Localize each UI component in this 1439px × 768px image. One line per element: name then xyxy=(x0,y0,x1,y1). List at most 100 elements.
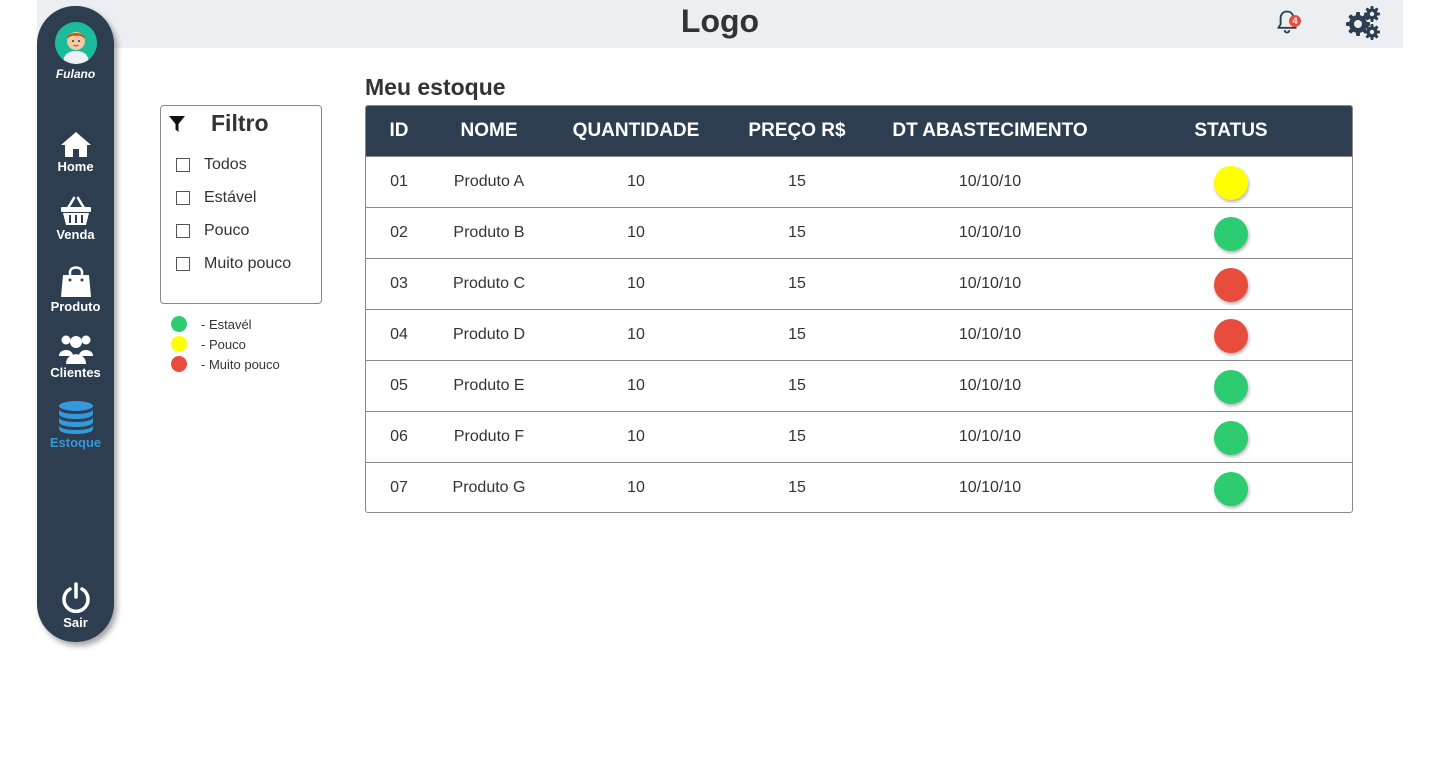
gears-icon xyxy=(1346,6,1380,40)
table-header: ID NOME QUANTIDADE PREÇO R$ DT ABASTECIM… xyxy=(366,106,1352,156)
nav-item-produto[interactable]: Produto xyxy=(37,264,114,314)
filter-option-label: Todos xyxy=(204,156,247,173)
cell-nome: Produto F xyxy=(453,428,525,445)
table-row[interactable]: 05 Produto E 10 15 10/10/10 xyxy=(366,360,1352,411)
stock-table: ID NOME QUANTIDADE PREÇO R$ DT ABASTECIM… xyxy=(365,105,1353,513)
sidebar: Fulano Home Venda Produto Clientes Estoq… xyxy=(37,6,114,642)
nav-item-estoque[interactable]: Estoque xyxy=(37,400,114,450)
logo: Logo xyxy=(680,3,760,39)
cell-preco: 15 xyxy=(788,275,806,292)
legend-dot xyxy=(171,356,187,372)
column-header-preco[interactable]: PREÇO R$ xyxy=(748,106,845,156)
status-indicator xyxy=(1214,166,1248,200)
filter-option-label: Estável xyxy=(204,189,257,206)
cell-id: 01 xyxy=(390,173,408,190)
column-header-nome[interactable]: NOME xyxy=(461,106,518,156)
cell-quantidade: 10 xyxy=(627,275,645,292)
cell-preco: 15 xyxy=(788,224,806,241)
avatar[interactable] xyxy=(55,22,97,64)
column-header-quantidade[interactable]: QUANTIDADE xyxy=(573,106,700,156)
table-row[interactable]: 02 Produto B 10 15 10/10/10 xyxy=(366,207,1352,258)
nav-item-home[interactable]: Home xyxy=(37,130,114,174)
legend-label: - Pouco xyxy=(201,336,246,352)
cell-preco: 15 xyxy=(788,173,806,190)
filter-option-muito-pouco[interactable]: Muito pouco xyxy=(176,255,291,273)
page-title: Meu estoque xyxy=(365,74,506,100)
notification-bell-icon[interactable]: 4 xyxy=(1273,8,1303,38)
legend-dot xyxy=(171,336,187,352)
checkbox[interactable] xyxy=(176,224,190,238)
home-icon xyxy=(60,132,91,157)
cell-id: 07 xyxy=(390,479,408,496)
cell-quantidade: 10 xyxy=(627,479,645,496)
legend-dot xyxy=(171,316,187,332)
cell-preco: 15 xyxy=(788,479,806,496)
cell-id: 05 xyxy=(390,377,408,394)
nav-label-clientes: Clientes xyxy=(50,365,101,380)
table-row[interactable]: 01 Produto A 10 15 10/10/10 xyxy=(366,156,1352,207)
table-row[interactable]: 06 Produto F 10 15 10/10/10 xyxy=(366,411,1352,462)
checkbox[interactable] xyxy=(176,191,190,205)
power-icon xyxy=(61,582,90,614)
cell-dt-abastecimento: 10/10/10 xyxy=(958,173,1022,190)
cell-quantidade: 10 xyxy=(627,377,645,394)
cell-nome: Produto A xyxy=(453,173,525,190)
table-row[interactable]: 07 Produto G 10 15 10/10/10 xyxy=(366,462,1352,512)
cell-id: 02 xyxy=(390,224,408,241)
legend-item: - Muito pouco xyxy=(171,354,280,374)
nav-label-sair: Sair xyxy=(63,615,88,630)
logout-button[interactable]: Sair xyxy=(37,582,114,630)
cell-preco: 15 xyxy=(788,428,806,445)
basket-icon xyxy=(60,196,91,225)
cell-nome: Produto G xyxy=(452,479,526,496)
legend-label: - Estavél xyxy=(201,316,252,332)
cell-dt-abastecimento: 10/10/10 xyxy=(958,224,1022,241)
cell-nome: Produto C xyxy=(452,275,526,292)
nav-label-venda: Venda xyxy=(56,227,95,242)
nav-label-estoque: Estoque xyxy=(49,435,102,450)
cell-quantidade: 10 xyxy=(627,224,645,241)
cell-dt-abastecimento: 10/10/10 xyxy=(958,275,1022,292)
legend-label: - Muito pouco xyxy=(201,356,280,372)
funnel-icon xyxy=(169,116,185,132)
cell-quantidade: 10 xyxy=(627,326,645,343)
legend-item: - Pouco xyxy=(171,334,280,354)
table-row[interactable]: 04 Produto D 10 15 10/10/10 xyxy=(366,309,1352,360)
column-header-dt-abastecimento[interactable]: DT ABASTECIMENTO xyxy=(892,106,1087,156)
cell-id: 03 xyxy=(390,275,408,292)
nav-label-produto: Produto xyxy=(50,299,101,314)
filter-option-pouco[interactable]: Pouco xyxy=(176,222,249,240)
database-icon xyxy=(58,401,93,434)
status-indicator xyxy=(1214,421,1248,455)
filter-panel: Filtro Todos Estável Pouco Muito pouco xyxy=(160,105,322,304)
cell-nome: Produto D xyxy=(452,326,526,343)
user-name: Fulano xyxy=(55,67,96,81)
cell-id: 06 xyxy=(390,428,408,445)
cell-dt-abastecimento: 10/10/10 xyxy=(958,479,1022,496)
cell-dt-abastecimento: 10/10/10 xyxy=(958,326,1022,343)
checkbox[interactable] xyxy=(176,257,190,271)
filter-option-estavel[interactable]: Estável xyxy=(176,189,256,207)
status-legend: - Estavél - Pouco - Muito pouco xyxy=(171,314,280,374)
top-bar: Logo 4 xyxy=(37,0,1403,48)
cell-dt-abastecimento: 10/10/10 xyxy=(958,428,1022,445)
filter-option-label: Muito pouco xyxy=(204,255,292,272)
cell-dt-abastecimento: 10/10/10 xyxy=(958,377,1022,394)
status-indicator xyxy=(1214,217,1248,251)
cell-nome: Produto E xyxy=(453,377,525,394)
table-row[interactable]: 03 Produto C 10 15 10/10/10 xyxy=(366,258,1352,309)
user-avatar-icon xyxy=(55,22,97,64)
status-indicator xyxy=(1214,370,1248,404)
cell-preco: 15 xyxy=(788,326,806,343)
cell-id: 04 xyxy=(390,326,408,343)
notification-badge: 4 xyxy=(1289,15,1301,27)
column-header-id[interactable]: ID xyxy=(390,106,409,156)
checkbox[interactable] xyxy=(176,158,190,172)
nav-item-venda[interactable]: Venda xyxy=(37,196,114,242)
nav-item-clientes[interactable]: Clientes xyxy=(37,332,114,380)
column-header-status[interactable]: STATUS xyxy=(1194,106,1267,156)
shopping-bag-icon xyxy=(60,266,91,297)
filter-option-todos[interactable]: Todos xyxy=(176,156,247,174)
cell-quantidade: 10 xyxy=(627,428,645,445)
settings-gears-icon[interactable] xyxy=(1343,4,1383,40)
